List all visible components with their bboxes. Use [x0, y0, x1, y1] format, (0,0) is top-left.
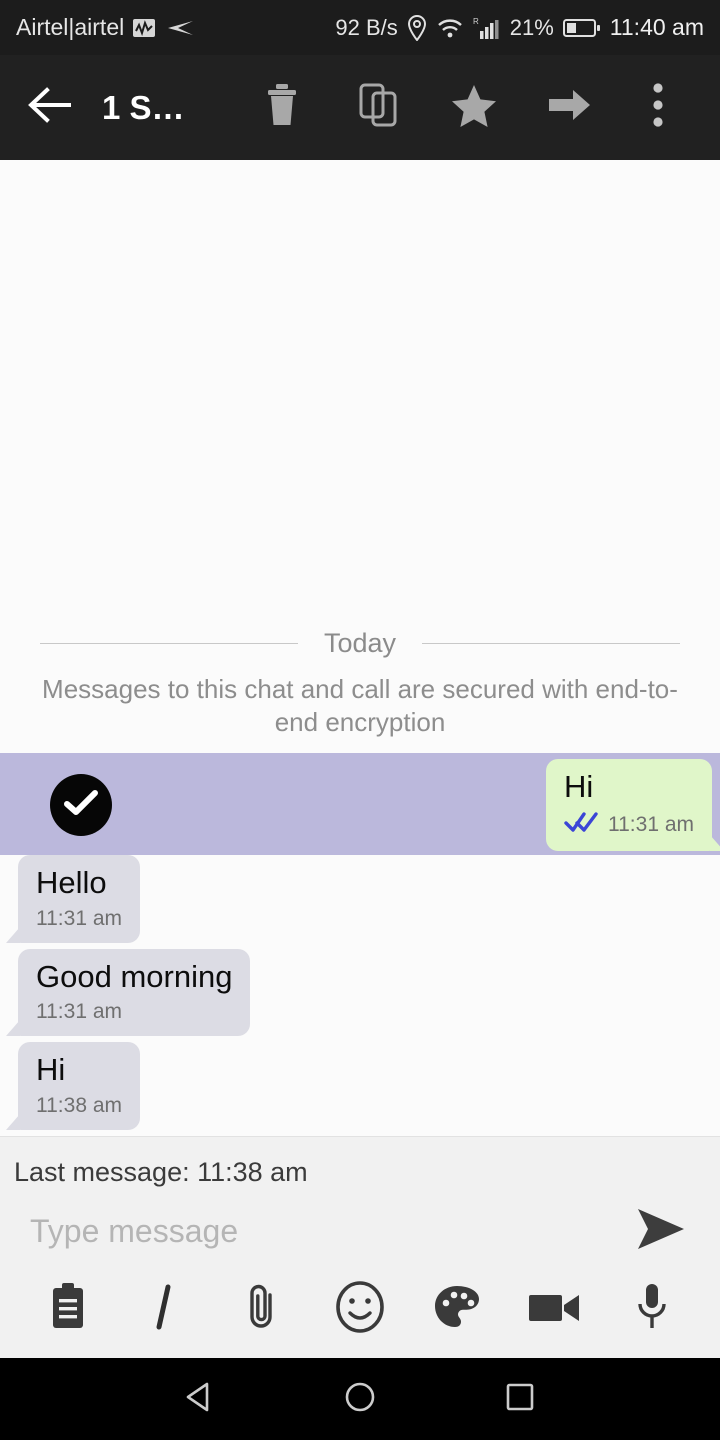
double-check-read-icon — [564, 811, 598, 839]
nav-recents-icon — [503, 1380, 537, 1419]
page-title: 1 S… — [102, 88, 185, 126]
toolbar-actions — [234, 60, 698, 156]
day-divider-label: Today — [323, 627, 397, 658]
palette-button[interactable] — [419, 1276, 495, 1342]
message-text: Hi — [564, 769, 594, 805]
trash-icon — [262, 82, 302, 133]
status-bar-right: 92 B/s R 21% 11:40 am — [335, 14, 704, 41]
smiley-icon — [334, 1280, 386, 1339]
day-divider-line-right — [422, 642, 680, 644]
message-text: Hello — [36, 865, 107, 901]
more-options-button[interactable] — [618, 60, 698, 156]
message-bubble-incoming[interactable]: Hello 11:31 am — [6, 855, 140, 943]
chat-message-list[interactable]: Today Messages to this chat and call are… — [0, 160, 720, 1136]
italic-icon — [152, 1284, 178, 1335]
attach-file-button[interactable] — [225, 1276, 301, 1342]
delete-button[interactable] — [234, 60, 330, 156]
palette-icon — [432, 1283, 482, 1336]
back-arrow-icon — [27, 85, 75, 130]
forward-button[interactable] — [522, 60, 618, 156]
battery-percent-label: 21% — [509, 14, 554, 40]
encryption-notice: Messages to this chat and call are secur… — [42, 673, 678, 738]
check-icon — [63, 789, 99, 822]
svg-text:R: R — [473, 17, 479, 26]
mic-button[interactable] — [614, 1276, 690, 1342]
star-button[interactable] — [426, 60, 522, 156]
status-bar-left: Airtel|airtel — [16, 14, 335, 41]
video-button[interactable] — [517, 1276, 593, 1342]
clipboard-icon — [48, 1282, 88, 1337]
selection-check-badge[interactable] — [50, 774, 112, 837]
message-bubble-outgoing[interactable]: Hi 11:31 am — [546, 759, 720, 852]
message-meta: 11:31 am — [36, 907, 122, 931]
phone-screen: Airtel|airtel 92 B/s R 21% 11:40 am 1 S…… — [0, 0, 720, 1440]
message-time: 11:38 am — [36, 1094, 122, 1117]
message-meta: 11:31 am — [36, 1000, 232, 1024]
paperclip-icon — [245, 1281, 281, 1338]
network-speed-label: 92 B/s — [335, 14, 398, 40]
video-camera-icon — [527, 1287, 583, 1332]
message-meta: 11:38 am — [36, 1094, 122, 1118]
message-bubble-incoming[interactable]: Good morning 11:31 am — [5, 948, 251, 1037]
notes-button[interactable] — [30, 1276, 106, 1342]
status-bar: Airtel|airtel 92 B/s R 21% 11:40 am — [0, 0, 720, 55]
last-message-status: Last message: 11:38 am — [14, 1157, 308, 1187]
day-divider-line-left — [40, 642, 298, 644]
message-row[interactable]: Hi 11:38 am — [0, 1042, 720, 1136]
wifi-hotspot-icon — [436, 16, 464, 40]
message-input[interactable] — [30, 1212, 622, 1250]
star-icon — [451, 83, 497, 132]
day-divider: Today — [0, 628, 720, 659]
more-vertical-icon — [651, 81, 665, 134]
message-text: Hi — [36, 1052, 66, 1088]
message-time: 11:31 am — [36, 906, 122, 930]
nav-back-icon — [183, 1380, 217, 1419]
message-row[interactable]: Hello 11:31 am — [0, 855, 720, 949]
back-button[interactable] — [22, 85, 80, 130]
chat-empty-space — [0, 160, 720, 628]
message-row-selected[interactable]: Hi 11:31 am — [0, 753, 720, 856]
message-time: 11:31 am — [36, 1000, 122, 1024]
nav-recents-button[interactable] — [480, 1369, 560, 1429]
nav-home-icon — [343, 1380, 377, 1419]
copy-icon — [357, 82, 399, 133]
message-meta: 11:31 am — [564, 811, 694, 839]
message-row[interactable]: Good morning 11:31 am — [0, 948, 720, 1043]
signal-activity-icon — [132, 16, 156, 40]
attachment-toolbar — [0, 1272, 720, 1358]
message-time: 11:31 am — [608, 813, 694, 837]
send-button[interactable] — [622, 1200, 698, 1262]
message-bubble-incoming[interactable]: Hi 11:38 am — [6, 1042, 140, 1130]
battery-low-icon — [562, 17, 601, 39]
app-toolbar: 1 S… — [0, 55, 720, 160]
nav-home-button[interactable] — [320, 1369, 400, 1429]
android-nav-bar — [0, 1358, 720, 1440]
copy-button[interactable] — [330, 60, 426, 156]
microphone-icon — [635, 1281, 669, 1338]
nav-back-button[interactable] — [160, 1369, 240, 1429]
location-pin-icon — [407, 14, 427, 41]
input-row — [0, 1196, 720, 1272]
message-text: Good morning — [36, 958, 233, 994]
message-composer: Last message: 11:38 am — [0, 1136, 720, 1358]
italic-button[interactable] — [127, 1276, 203, 1342]
emoji-button[interactable] — [322, 1276, 398, 1342]
carrier-label: Airtel|airtel — [16, 14, 125, 40]
status-clock: 11:40 am — [609, 14, 704, 40]
cellular-signal-icon: R — [473, 15, 501, 41]
data-transfer-icon — [164, 18, 194, 38]
forward-arrow-icon — [547, 85, 593, 130]
send-icon — [632, 1205, 688, 1258]
